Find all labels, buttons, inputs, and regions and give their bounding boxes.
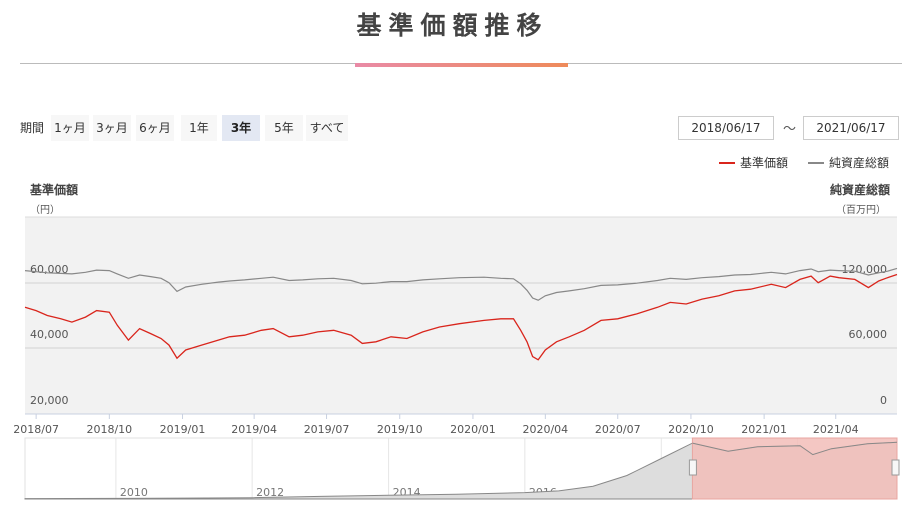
x-tick-label: 2020/07 <box>595 423 641 436</box>
x-tick-label: 2019/04 <box>231 423 277 436</box>
x-tick-label: 2021/01 <box>741 423 787 436</box>
range-button-all[interactable]: すべて <box>306 115 348 141</box>
y-right-tick-60000: 60,000 <box>849 328 888 341</box>
x-tick-label: 2018/07 <box>13 423 59 436</box>
legend-assets-label[interactable]: 純資産総額 <box>829 155 889 170</box>
y-left-axis-unit: （円） <box>30 204 60 216</box>
navigator-selection[interactable] <box>691 437 898 500</box>
x-tick-label: 2020/01 <box>450 423 496 436</box>
plot-area <box>25 217 897 414</box>
x-tick-label: 2019/01 <box>160 423 206 436</box>
x-axis-ticks: 2018/07 2018/10 2019/01 2019/04 2019/07 2019/… <box>13 414 859 436</box>
legend-nav-label[interactable]: 基準価額 <box>740 155 788 170</box>
navigator-handle-left[interactable] <box>688 459 697 476</box>
title-accent-bar <box>355 63 568 67</box>
range-button-1m[interactable]: 1ヶ月 <box>51 115 89 141</box>
x-tick-label: 2019/10 <box>377 423 423 436</box>
navigator[interactable]: 201020122014201620182020 <box>24 437 900 500</box>
date-from-input[interactable]: 2018/06/17 <box>678 116 774 140</box>
y-left-tick-20000: 20,000 <box>30 394 69 407</box>
x-tick-label: 2018/10 <box>86 423 132 436</box>
chart-legend: 基準価額 純資産総額 <box>719 155 889 170</box>
navigator-tick-label: 2010 <box>120 486 148 499</box>
navigator-handle-right-box[interactable] <box>891 459 900 476</box>
range-button-3y[interactable]: 3年 <box>222 115 260 141</box>
y-left-tick-40000: 40,000 <box>30 328 69 341</box>
price-chart: 基準価額 純資産総額 基準価額 （円） 純資産総額 （百万円） 60,000 4… <box>13 155 900 500</box>
y-right-axis-title: 純資産総額 <box>830 182 890 197</box>
navigator-handle-left-box[interactable] <box>688 459 697 476</box>
y-left-axis-title: 基準価額 <box>29 182 78 197</box>
x-tick-label: 2019/07 <box>304 423 350 436</box>
range-button-5y[interactable]: 5年 <box>265 115 303 141</box>
x-tick-label: 2020/10 <box>668 423 714 436</box>
x-tick-label: 2021/04 <box>813 423 859 436</box>
x-tick-label: 2020/04 <box>522 423 568 436</box>
period-label: 期間 <box>20 121 45 135</box>
date-to-input[interactable]: 2021/06/17 <box>803 116 899 140</box>
y-right-tick-0: 0 <box>880 394 887 407</box>
range-button-1y[interactable]: 1年 <box>181 115 217 141</box>
range-button-3m[interactable]: 3ヶ月 <box>93 115 131 141</box>
page-title: 基準価額推移 <box>356 11 549 40</box>
date-range-separator: ～ <box>783 122 797 137</box>
navigator-handle-right[interactable] <box>891 459 900 476</box>
y-right-axis-unit: （百万円） <box>836 204 886 216</box>
range-button-6m[interactable]: 6ヶ月 <box>136 115 174 141</box>
